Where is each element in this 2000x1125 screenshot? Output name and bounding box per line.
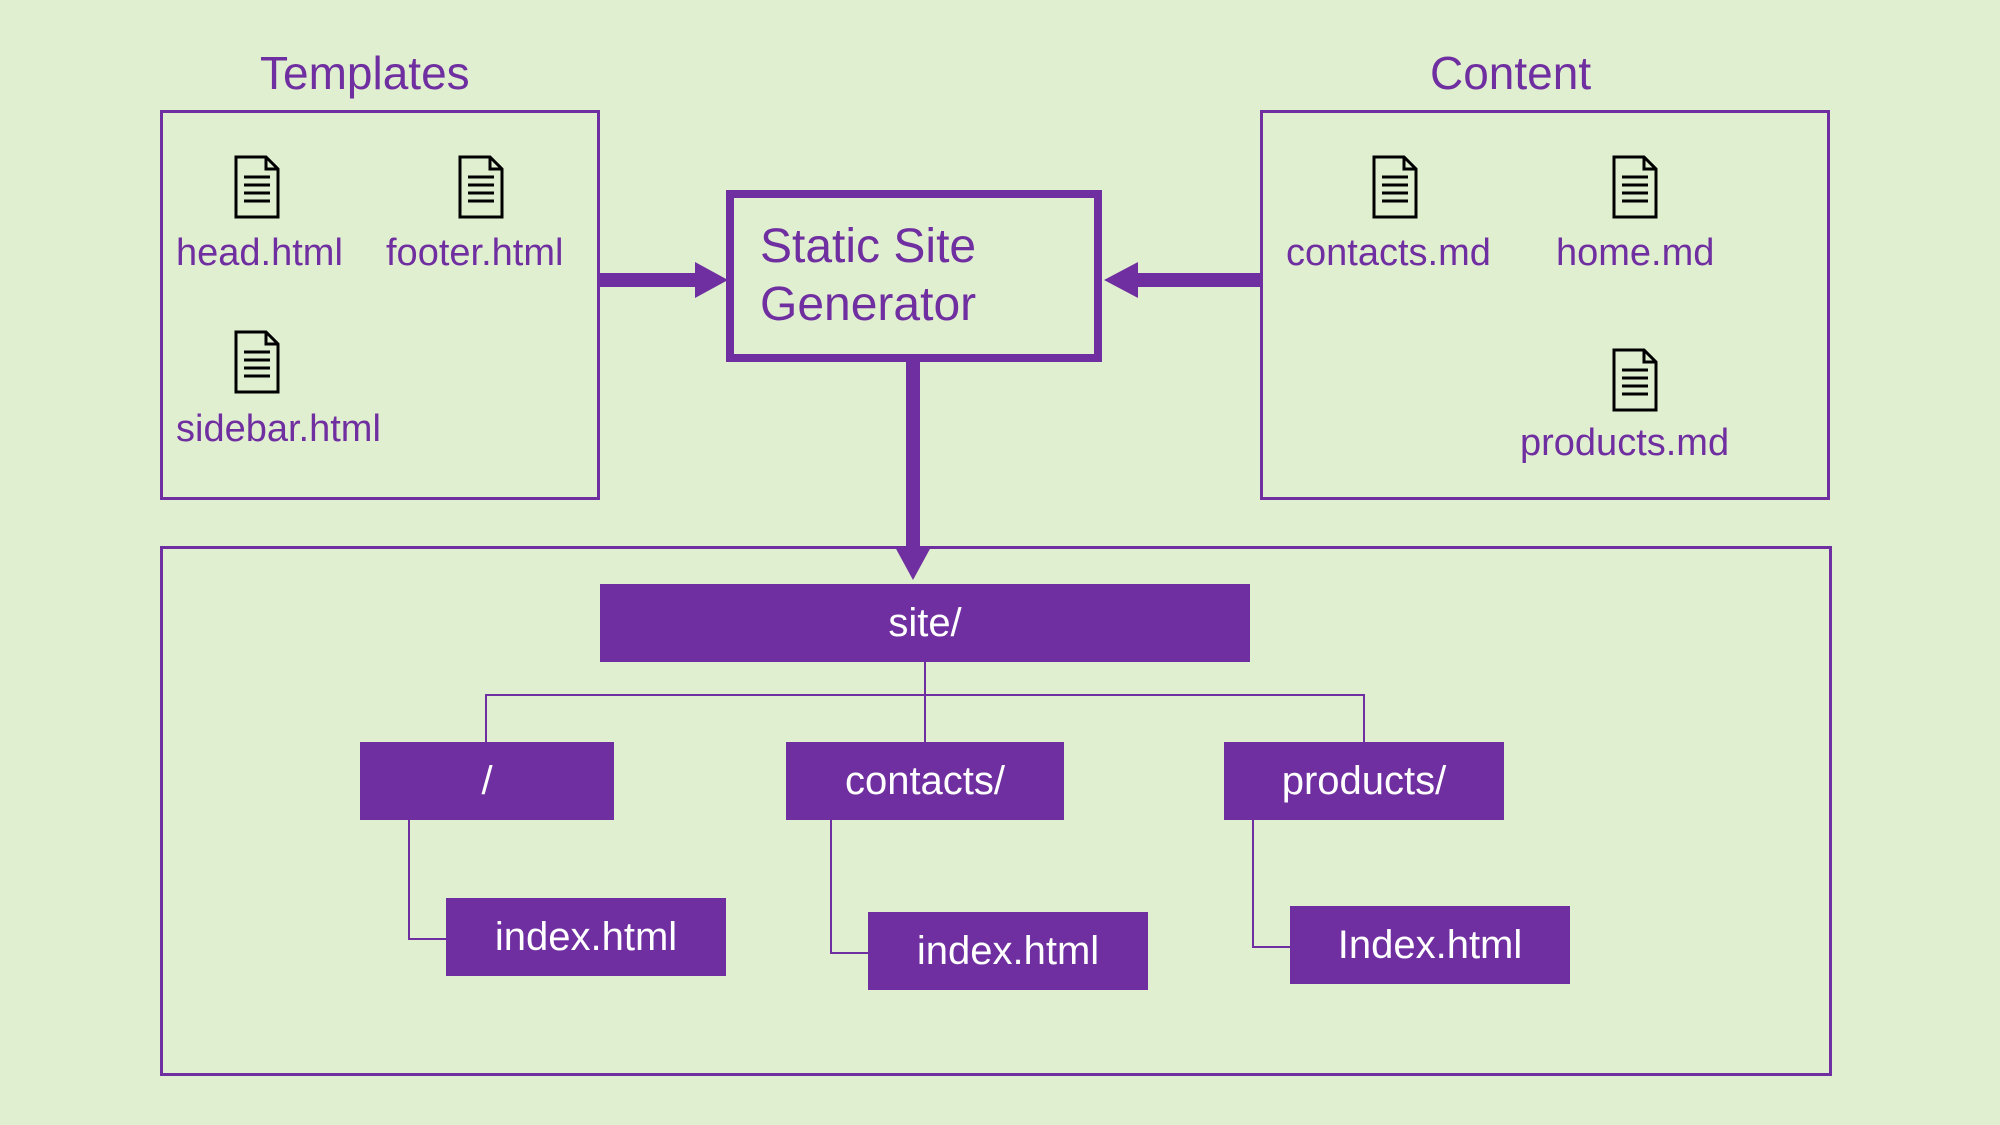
- file-icon: [456, 155, 506, 219]
- file-icon: [232, 155, 282, 219]
- file-icon: [1370, 155, 1420, 219]
- generator-line1: Static Site: [760, 218, 1094, 276]
- tree-connector: [830, 820, 832, 954]
- tree-connector: [924, 662, 926, 694]
- tree-connector: [924, 694, 926, 742]
- template-file-label: footer.html: [386, 232, 563, 275]
- template-file-label: sidebar.html: [176, 408, 381, 451]
- file-icon: [232, 330, 282, 394]
- tree-root: site/: [600, 584, 1250, 662]
- arrow-right-icon: [600, 260, 730, 300]
- templates-heading: Templates: [260, 46, 470, 100]
- content-file-label: products.md: [1520, 422, 1729, 465]
- tree-connector: [408, 820, 410, 940]
- tree-connector: [830, 952, 870, 954]
- tree-connector: [408, 938, 448, 940]
- template-file-label: head.html: [176, 232, 343, 275]
- tree-dir: contacts/: [786, 742, 1064, 820]
- tree-dir: products/: [1224, 742, 1504, 820]
- file-icon: [1610, 155, 1660, 219]
- generator-line2: Generator: [760, 276, 1094, 334]
- tree-dir: /: [360, 742, 614, 820]
- arrow-left-icon: [1100, 260, 1260, 300]
- content-file-label: home.md: [1556, 232, 1714, 275]
- tree-connector: [1252, 820, 1254, 948]
- content-heading: Content: [1430, 46, 1591, 100]
- tree-file: index.html: [446, 898, 726, 976]
- content-file-label: contacts.md: [1286, 232, 1491, 275]
- tree-connector: [1363, 694, 1365, 742]
- tree-file: index.html: [868, 912, 1148, 990]
- tree-connector: [1252, 946, 1292, 948]
- tree-file: Index.html: [1290, 906, 1570, 984]
- generator-box: Static Site Generator: [726, 190, 1102, 362]
- tree-connector: [485, 694, 487, 742]
- file-icon: [1610, 348, 1660, 412]
